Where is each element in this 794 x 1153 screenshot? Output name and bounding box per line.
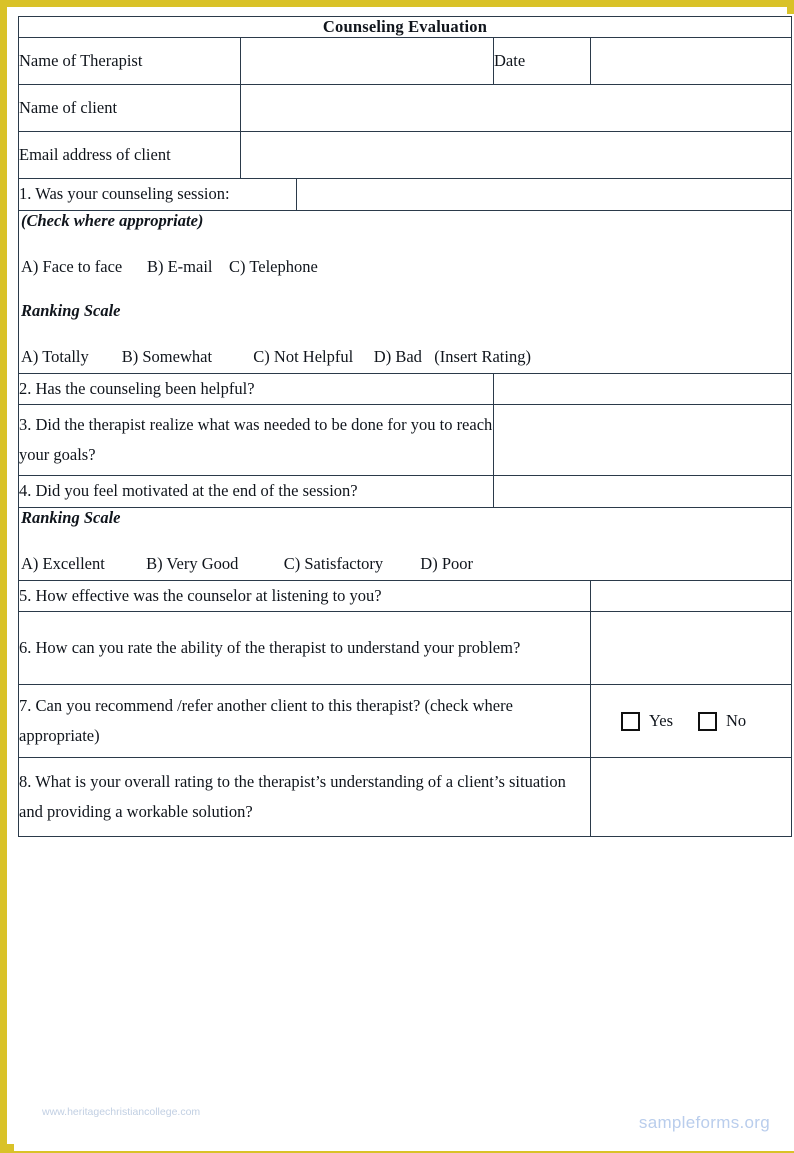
page-inner: Counseling Evaluation Name of Therapist … bbox=[14, 14, 794, 1151]
faint-watermark: www.heritagechristiancollege.com bbox=[42, 1106, 201, 1118]
ranking-scale-heading-1: Ranking Scale bbox=[21, 300, 121, 320]
question-6-row: 6. How can you rate the ability of the t… bbox=[18, 611, 793, 686]
yes-label: Yes bbox=[649, 711, 674, 731]
section-one: (Check where appropriate) A) Face to fac… bbox=[17, 209, 793, 374]
question-2-row: 2. Has the counseling been helpful? bbox=[18, 372, 793, 406]
page-title: Counseling Evaluation bbox=[17, 16, 793, 38]
question-5-label: 5. How effective was the counselor at li… bbox=[18, 579, 591, 613]
title-row: Counseling Evaluation bbox=[17, 16, 793, 38]
question-7-label: 7. Can you recommend /refer another clie… bbox=[18, 684, 591, 759]
question-8-answer[interactable] bbox=[589, 757, 793, 838]
question-8-row: 8. What is your overall rating to the th… bbox=[18, 757, 793, 838]
question-3-label: 3. Did the therapist realize what was ne… bbox=[18, 404, 494, 477]
question-5-row: 5. How effective was the counselor at li… bbox=[18, 579, 793, 613]
question-3-answer[interactable] bbox=[492, 404, 793, 477]
sampleforms-watermark: sampleforms.org bbox=[638, 1113, 770, 1132]
question-1-row: 1. Was your counseling session: bbox=[18, 178, 793, 211]
yes-no-checkbox-group: Yes No bbox=[591, 711, 791, 731]
question-2-answer[interactable] bbox=[492, 372, 793, 406]
no-checkbox[interactable] bbox=[698, 711, 718, 731]
email-row: Email address of client bbox=[18, 131, 793, 179]
ranking-scale-options-1: A) Totally B) Somewhat C) Not Helpful D)… bbox=[21, 346, 531, 366]
counseling-evaluation-form: Counseling Evaluation Name of Therapist … bbox=[17, 16, 793, 838]
yes-checkbox[interactable] bbox=[621, 711, 640, 731]
client-row: Name of client bbox=[18, 84, 793, 132]
question-8-label: 8. What is your overall rating to the th… bbox=[18, 757, 591, 838]
question-3-row: 3. Did the therapist realize what was ne… bbox=[18, 404, 793, 477]
section-two: Ranking Scale A) Excellent B) Very Good … bbox=[17, 506, 793, 581]
session-type-options: A) Face to face B) E-mail C) Telephone bbox=[21, 256, 318, 276]
check-instruction: (Check where appropriate) bbox=[21, 210, 204, 230]
question-7-row: 7. Can you recommend /refer another clie… bbox=[18, 684, 793, 759]
therapist-row: Name of Therapist Date bbox=[18, 37, 793, 85]
ranking-scale-heading-2: Ranking Scale bbox=[21, 507, 121, 527]
page-frame: Counseling Evaluation Name of Therapist … bbox=[0, 0, 794, 1153]
question-1-label: 1. Was your counseling session: bbox=[18, 178, 297, 211]
ranking-scale-options-2: A) Excellent B) Very Good C) Satisfactor… bbox=[21, 553, 474, 573]
question-4-row: 4. Did you feel motivated at the end of … bbox=[18, 475, 793, 508]
question-5-answer[interactable] bbox=[589, 579, 793, 613]
question-7-answer: Yes No bbox=[589, 684, 793, 759]
question-6-answer[interactable] bbox=[589, 611, 793, 686]
question-4-label: 4. Did you feel motivated at the end of … bbox=[18, 475, 494, 508]
question-6-label: 6. How can you rate the ability of the t… bbox=[18, 611, 591, 686]
no-label: No bbox=[726, 711, 747, 731]
question-2-label: 2. Has the counseling been helpful? bbox=[18, 372, 494, 406]
date-label: Date bbox=[493, 37, 591, 85]
question-4-answer[interactable] bbox=[492, 475, 793, 508]
therapist-label: Name of Therapist bbox=[18, 37, 241, 85]
date-input[interactable] bbox=[589, 37, 793, 85]
section-two-row: Ranking Scale A) Excellent B) Very Good … bbox=[17, 506, 793, 581]
question-1-answer[interactable] bbox=[295, 178, 793, 211]
therapist-input[interactable] bbox=[240, 37, 494, 85]
section-one-row: (Check where appropriate) A) Face to fac… bbox=[17, 209, 793, 374]
email-label: Email address of client bbox=[18, 131, 241, 179]
client-input[interactable] bbox=[239, 84, 793, 132]
email-input[interactable] bbox=[239, 131, 793, 179]
client-label: Name of client bbox=[18, 84, 241, 132]
